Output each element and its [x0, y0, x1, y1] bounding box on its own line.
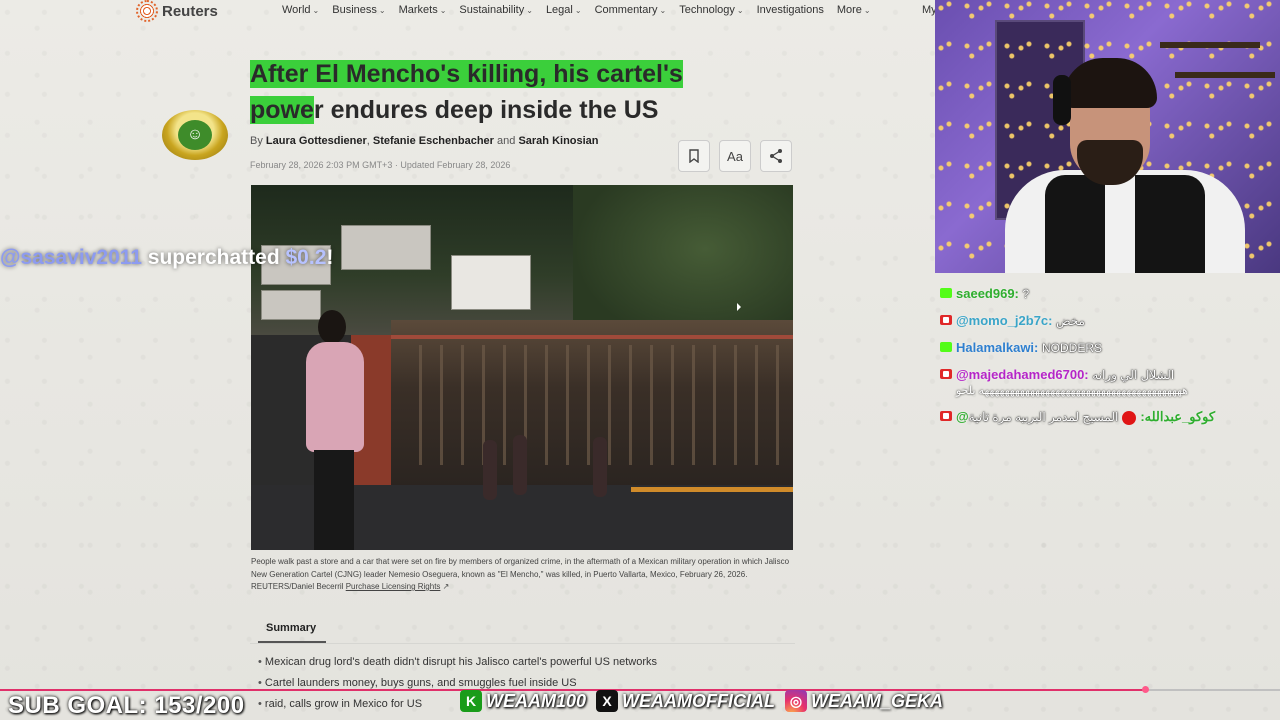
- x-icon: X: [596, 690, 619, 712]
- chat-username: @majedahamed6700:: [956, 367, 1089, 382]
- nav-item-markets[interactable]: Markets ⌄: [399, 4, 447, 16]
- sub-goal-knob: [1142, 686, 1149, 693]
- nav-item-technology[interactable]: Technology ⌄: [679, 4, 743, 16]
- chat-text: المسيح لمدمر البربيه مرة ثانية: [968, 410, 1119, 424]
- chevron-down-icon: ⌄: [378, 6, 386, 15]
- youtube-icon: [940, 369, 952, 379]
- chevron-down-icon: ⌄: [574, 6, 582, 15]
- sub-goal-label: SUB GOAL: 153/200: [8, 692, 245, 719]
- article-photo: [251, 185, 793, 550]
- chevron-down-icon: ⌄: [312, 6, 320, 15]
- nav-item-label: Markets: [398, 4, 438, 16]
- summary-tab-underline: [258, 641, 326, 643]
- nav-item-label: Commentary: [594, 4, 658, 16]
- headline-highlight-2: powe: [250, 96, 314, 124]
- badge-emblem: ☺: [178, 120, 212, 150]
- social-handle: WEAAMOFFICIAL: [622, 690, 776, 711]
- summary-divider: [250, 643, 795, 644]
- superchat-text: superchatted: [141, 246, 286, 269]
- nav-item-label: Sustainability: [459, 4, 525, 16]
- chat-message: @momo_j2b7c: مخض: [940, 313, 1275, 328]
- chat-text: ?: [1022, 287, 1030, 301]
- nav-item-label: More: [836, 4, 862, 16]
- stream-chat: saeed969: ? @momo_j2b7c: مخض Halamalkawi: …: [940, 286, 1275, 437]
- caption-text: People walk past a store and a car that …: [251, 557, 790, 591]
- summary-bullet: Mexican drug lord's death didn't disrupt…: [258, 656, 798, 677]
- nav-item-investigations[interactable]: Investigations: [757, 4, 824, 16]
- headset-icon: [1053, 75, 1071, 125]
- nav-item-label: World: [282, 4, 311, 16]
- chat-message: @majedahamed6700: الشلال الي ورانه هههههه…: [940, 367, 1275, 397]
- share-button[interactable]: [760, 140, 792, 172]
- licensing-link[interactable]: Purchase Licensing Rights: [346, 582, 441, 591]
- nav-item-world[interactable]: World ⌄: [282, 4, 319, 16]
- nav-item-commentary[interactable]: Commentary ⌄: [595, 4, 667, 16]
- reuters-logo-text: Reuters: [162, 2, 218, 20]
- chat-text-continued: هههههههههههههههههههههههههههههههههههههههه…: [956, 385, 1188, 397]
- article-headline: After El Mencho's killing, his cartel's …: [250, 56, 750, 128]
- superchat-suffix: !: [326, 246, 334, 269]
- youtube-icon: [940, 315, 952, 325]
- nav-item-sustainability[interactable]: Sustainability ⌄: [459, 4, 533, 16]
- nav-item-label: Investigations: [756, 4, 824, 16]
- headline-highlight: After El Mencho's killing, his cartel's: [250, 60, 683, 88]
- article-tools: Aa: [678, 140, 792, 172]
- superchat-amount: $0.2: [285, 246, 327, 269]
- chat-message: Halamalkawi: NODDERS: [940, 340, 1275, 355]
- chat-text: الشلال الي ورانه: [1092, 368, 1175, 382]
- reuters-top-nav: Reuters World ⌄ Business ⌄ Markets ⌄ Sustainab…: [0, 0, 937, 22]
- nav-item-label: Legal: [545, 4, 573, 16]
- nav-item-label: Technology: [679, 4, 735, 16]
- text-size-button[interactable]: Aa: [719, 140, 751, 172]
- social-handle: WEAAM_GEKA: [811, 690, 944, 711]
- social-handle: WEAAM100: [486, 690, 587, 711]
- chevron-down-icon: ⌄: [659, 6, 667, 15]
- chat-message: saeed969: ?: [940, 286, 1275, 301]
- nav-item-legal[interactable]: Legal ⌄: [546, 4, 582, 16]
- headline-rest: r endures deep inside the US: [313, 96, 659, 124]
- chat-username: Halamalkawi:: [956, 340, 1039, 355]
- share-icon: [770, 149, 782, 163]
- reuters-logo-icon: [136, 0, 158, 22]
- superchat-user: @sasaviv2011: [0, 246, 142, 269]
- author-link[interactable]: Stefanie Eschenbacher: [373, 135, 494, 147]
- article-dateline: February 28, 2026 2:03 PM GMT+3 · Update…: [250, 160, 511, 170]
- chat-text: مخض: [1056, 314, 1085, 328]
- summary-tab[interactable]: Summary: [266, 622, 316, 634]
- chevron-down-icon: ⌄: [526, 6, 533, 15]
- bookmark-icon: [689, 149, 699, 163]
- chat-username: saeed969:: [956, 286, 1019, 301]
- author-link[interactable]: Sarah Kinosian: [518, 135, 598, 147]
- chevron-down-icon: ⌄: [439, 6, 447, 15]
- byline-by: By: [250, 135, 263, 147]
- superchat-alert: @sasaviv2011 superchatted $0.2!: [0, 246, 333, 270]
- photo-caption: People walk past a store and a car that …: [251, 556, 796, 594]
- byline: By Laura Gottesdiener, Stefanie Eschenba…: [250, 135, 599, 147]
- author-link[interactable]: Laura Gottesdiener: [266, 135, 367, 147]
- chat-message: @كوكو_عبدالله:المسيح لمدمر البربيه مرة ث…: [940, 409, 1275, 425]
- pedestrian-figure: [296, 310, 371, 550]
- mouse-cursor-icon: [737, 303, 741, 311]
- kick-icon: [940, 342, 952, 352]
- kick-icon: [940, 288, 952, 298]
- nav-item-label: Business: [332, 4, 377, 16]
- chevron-down-icon: ⌄: [736, 6, 744, 15]
- reuters-logo[interactable]: Reuters: [136, 0, 218, 22]
- channel-badge-icon: ☺: [162, 110, 228, 160]
- chevron-down-icon: ⌄: [863, 6, 871, 15]
- webcam-overlay: [935, 0, 1280, 273]
- youtube-icon: [940, 411, 952, 421]
- kick-icon: K: [460, 690, 482, 712]
- bookmark-button[interactable]: [678, 140, 710, 172]
- nav-item-business[interactable]: Business ⌄: [332, 4, 385, 16]
- nav-item-more[interactable]: More ⌄: [837, 4, 871, 16]
- instagram-icon: ◎: [785, 690, 808, 712]
- nav-menu: World ⌄ Business ⌄ Markets ⌄ Sustainability ⌄ Le…: [282, 4, 871, 16]
- byline-and: and: [497, 135, 516, 147]
- chat-text: NODDERS: [1042, 341, 1103, 355]
- social-handles: K WEAAM100 X WEAAMOFFICIAL ◎ WEAAM_GEKA: [460, 690, 949, 712]
- external-link-icon: ↗: [442, 582, 450, 591]
- red-circle-icon: [1122, 410, 1137, 425]
- chat-username: @momo_j2b7c:: [956, 313, 1053, 328]
